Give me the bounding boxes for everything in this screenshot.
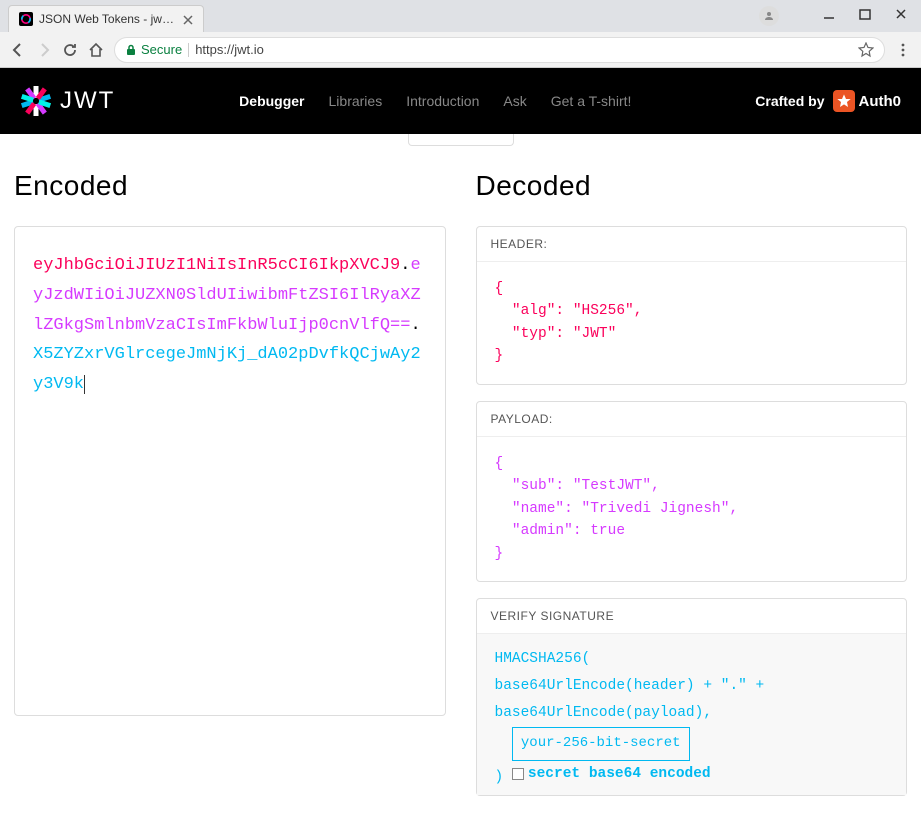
browser-tab[interactable]: JSON Web Tokens - jwt.io [8,5,204,32]
home-button[interactable] [88,42,104,58]
address-bar[interactable]: Secure https://jwt.io [114,37,885,63]
decoded-payload-body[interactable]: { "sub": "TestJWT", "name": "Trivedi Jig… [477,437,907,581]
checkbox-label: secret base64 encoded [528,761,711,788]
secret-base64-checkbox[interactable]: secret base64 encoded [512,761,711,788]
main-content: Encoded eyJhbGciOiJIUzI1NiIsInR5cCI6IkpX… [0,150,921,815]
jwt-logo-icon [20,85,52,117]
verify-signature-box: VERIFY SIGNATURE HMACSHA256( base64UrlEn… [476,598,908,796]
decoded-heading: Decoded [476,170,908,202]
algorithm-selector-remnant [0,134,921,150]
divider [188,43,189,57]
encoded-column: Encoded eyJhbGciOiJIUzI1NiIsInR5cCI6IkpX… [14,170,446,796]
sig-line: HMACSHA256( [495,646,889,673]
decoded-payload-box: PAYLOAD: { "sub": "TestJWT", "name": "Tr… [476,401,908,582]
logo-text: JWT [60,87,115,115]
crafted-by: Crafted by Auth0 [755,90,901,112]
back-button[interactable] [10,42,26,58]
url-text: https://jwt.io [195,42,264,57]
site-header: JWT Debugger Libraries Introduction Ask … [0,68,921,134]
auth0-icon [833,90,855,112]
window-maximize-button[interactable] [859,7,871,25]
window-controls [745,0,921,32]
encoded-heading: Encoded [14,170,446,202]
decoded-payload-label: PAYLOAD: [477,402,907,437]
tab-title: JSON Web Tokens - jwt.io [39,12,177,26]
encoded-token-input[interactable]: eyJhbGciOiJIUzI1NiIsInR5cCI6IkpXVCJ9.eyJ… [14,226,446,716]
jwt-dot: . [400,256,410,275]
close-icon[interactable] [183,14,193,24]
checkbox-icon [512,768,524,780]
signature-body: HMACSHA256( base64UrlEncode(header) + ".… [477,634,907,795]
sig-line: base64UrlEncode(header) + "." + [495,673,889,700]
browser-toolbar: Secure https://jwt.io [0,32,921,68]
decoded-header-box: HEADER: { "alg": "HS256", "typ": "JWT" } [476,226,908,385]
window-close-button[interactable] [895,7,907,25]
nav-item-tshirt[interactable]: Get a T-shirt! [551,93,632,109]
jwt-dot: . [410,316,420,335]
secret-input[interactable]: your-256-bit-secret [512,727,690,761]
decoded-column: Decoded HEADER: { "alg": "HS256", "typ":… [476,170,908,796]
user-avatar-icon[interactable] [759,6,779,26]
crafted-by-label: Crafted by [755,93,824,109]
nav-item-libraries[interactable]: Libraries [329,93,383,109]
nav-item-ask[interactable]: Ask [503,93,526,109]
nav-links: Debugger Libraries Introduction Ask Get … [115,93,755,109]
jwt-logo[interactable]: JWT [20,85,115,117]
auth0-logo[interactable]: Auth0 [833,90,902,112]
jwt-signature-segment: X5ZYZxrVGlrcegeJmNjKj_dA02pDvfkQCjwAy2y3… [33,345,421,394]
verify-signature-label: VERIFY SIGNATURE [477,599,907,634]
nav-item-introduction[interactable]: Introduction [406,93,479,109]
decoded-header-label: HEADER: [477,227,907,262]
window-minimize-button[interactable] [823,7,835,25]
browser-tab-bar: JSON Web Tokens - jwt.io [0,0,921,32]
secure-label: Secure [141,42,182,57]
auth0-text: Auth0 [859,93,902,110]
forward-button[interactable] [36,42,52,58]
sig-close-paren: ) [495,769,512,785]
bookmark-star-icon[interactable] [858,42,874,58]
lock-icon [125,44,137,56]
sig-line: base64UrlEncode(payload), [495,700,889,727]
browser-menu-button[interactable] [895,42,911,58]
nav-item-debugger[interactable]: Debugger [239,93,304,109]
tab-favicon-icon [19,12,33,26]
jwt-header-segment: eyJhbGciOiJIUzI1NiIsInR5cCI6IkpXVCJ9 [33,256,400,275]
secure-badge: Secure [125,42,182,57]
reload-button[interactable] [62,42,78,58]
decoded-header-body[interactable]: { "alg": "HS256", "typ": "JWT" } [477,262,907,384]
